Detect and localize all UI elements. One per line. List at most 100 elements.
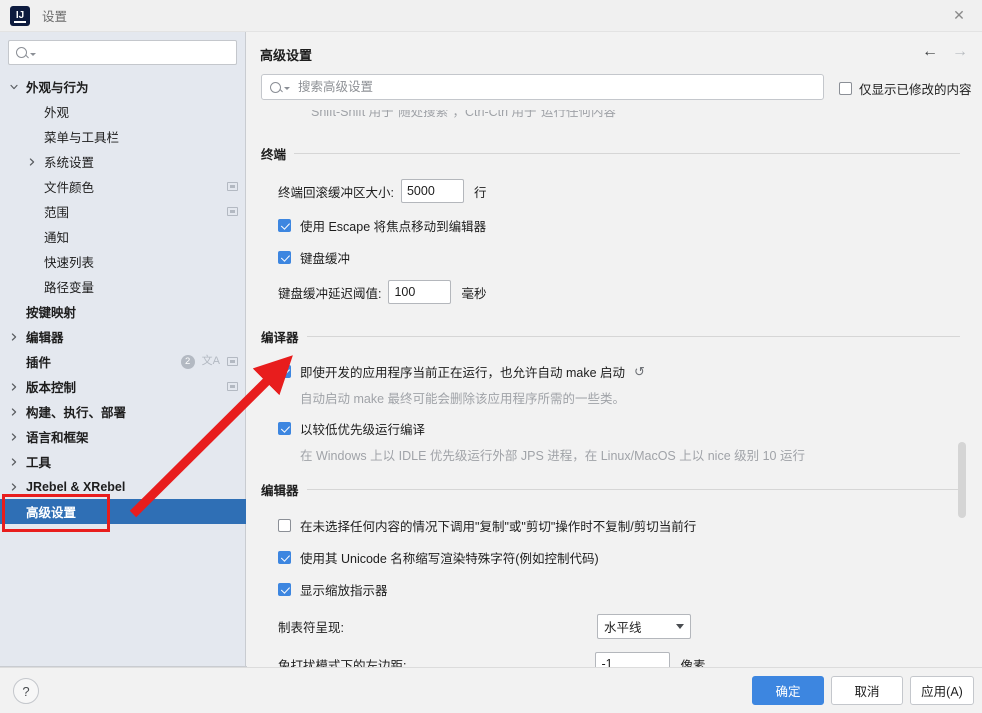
sidebar-item-1[interactable]: 外观: [0, 99, 246, 124]
project-scope-icon[interactable]: [227, 382, 238, 391]
project-scope-icon[interactable]: [227, 182, 238, 191]
chevron-down-icon[interactable]: [8, 81, 20, 93]
search-hint: Shift-Shift 用于"随处搜索"，Ctrl-Ctrl 用于"运行任何内容…: [261, 110, 961, 132]
project-scope-icon[interactable]: [227, 357, 238, 366]
chevron-right-icon[interactable]: [8, 331, 20, 343]
sidebar-item-11[interactable]: 插件 2 文A: [0, 349, 246, 374]
intellij-logo-icon: IJ: [10, 5, 30, 26]
editor-tab-render-label: 制表符呈现:: [278, 621, 344, 635]
compiler-auto-make-checkbox[interactable]: 即使开发的应用程序当前正在运行，也允许自动 make 启动 ↺: [247, 362, 968, 381]
revert-icon[interactable]: ↺: [634, 365, 645, 378]
forward-arrow-icon[interactable]: →: [952, 44, 968, 60]
chevron-down-icon[interactable]: [284, 87, 290, 90]
compiler-low-priority-checkbox[interactable]: 以较低优先级运行编译: [247, 419, 968, 438]
terminal-keyboard-buffer-label: 键盘缓冲: [300, 252, 351, 266]
checkbox-box[interactable]: [278, 519, 291, 532]
search-icon: [270, 81, 281, 93]
editor-tab-render-value: 水平线: [603, 621, 642, 635]
terminal-escape-focus-checkbox[interactable]: 使用 Escape 将焦点移动到编辑器: [247, 216, 968, 235]
chevron-right-icon[interactable]: [8, 406, 20, 418]
sidebar-item-5[interactable]: 范围: [0, 199, 246, 224]
editor-no-copy-line-checkbox[interactable]: 在未选择任何内容的情况下调用"复制"或"剪切"操作时不复制/剪切当前行: [247, 516, 968, 535]
cancel-button[interactable]: 取消: [831, 676, 903, 705]
section-header: 编译器: [247, 327, 968, 346]
sidebar-item-icons: [227, 382, 238, 391]
advanced-settings-search-box[interactable]: [261, 74, 824, 100]
sidebar-search-input[interactable]: [41, 44, 236, 61]
sidebar-item-13[interactable]: 构建、执行、部署: [0, 399, 246, 424]
content-scrollbar[interactable]: [958, 162, 966, 690]
chevron-right-icon[interactable]: [8, 381, 20, 393]
sidebar-item-label: 外观: [44, 106, 70, 120]
chevron-right-icon[interactable]: [26, 156, 38, 168]
section-title-compiler: 编译器: [261, 331, 299, 345]
checkbox-box[interactable]: [278, 551, 291, 564]
compiler-low-priority-label: 以较低优先级运行编译: [300, 423, 426, 437]
chevron-right-icon[interactable]: [8, 481, 20, 493]
section-divider: [306, 489, 960, 490]
show-modified-only-label: 仅显示已修改的内容: [859, 83, 972, 97]
sidebar-item-7[interactable]: 快速列表: [0, 249, 246, 274]
terminal-keyboard-buffer-checkbox[interactable]: 键盘缓冲: [247, 248, 968, 267]
section-divider: [294, 153, 960, 154]
sidebar-search-box[interactable]: [8, 40, 237, 65]
sidebar-item-0[interactable]: 外观与行为: [0, 74, 246, 99]
terminal-scrollback-unit: 行: [473, 185, 487, 200]
sidebar-item-icons: [227, 182, 238, 191]
help-button[interactable]: ?: [13, 678, 39, 704]
sidebar-item-12[interactable]: 版本控制: [0, 374, 246, 399]
sidebar-item-label: 构建、执行、部署: [26, 406, 127, 420]
checkbox-box[interactable]: [278, 365, 291, 378]
section-header: 终端: [247, 144, 968, 163]
settings-content-panel: 高级设置 ← → 仅显示已修改的内容 Shift-Shift 用于"随处搜索"，…: [247, 32, 982, 676]
editor-unicode-render-label: 使用其 Unicode 名称缩写渲染特殊字符(例如控制代码): [300, 552, 599, 566]
section-terminal: 终端 终端回滚缓冲区大小: 5000 行 使用 Escape 将焦点移动到编辑器…: [247, 144, 968, 304]
project-scope-icon[interactable]: [227, 207, 238, 216]
sidebar-item-3[interactable]: 系统设置: [0, 149, 246, 174]
sidebar-item-17[interactable]: 高级设置: [0, 499, 246, 524]
ok-button[interactable]: 确定: [752, 676, 824, 705]
back-arrow-icon[interactable]: ←: [922, 44, 938, 60]
checkbox-box[interactable]: [278, 251, 291, 264]
sidebar-item-label: 系统设置: [44, 156, 95, 170]
chevron-down-icon[interactable]: [30, 52, 36, 56]
sidebar-item-label: 通知: [44, 231, 70, 245]
sidebar-item-icons: 2 文A: [180, 354, 238, 369]
close-icon[interactable]: ✕: [936, 0, 982, 31]
chevron-right-icon[interactable]: [8, 431, 20, 443]
sidebar-item-label: 外观与行为: [26, 81, 89, 95]
checkbox-box[interactable]: [278, 583, 291, 596]
translate-icon[interactable]: 文A: [202, 356, 220, 367]
chevron-down-icon[interactable]: [675, 624, 684, 629]
editor-zoom-indicator-checkbox[interactable]: 显示缩放指示器: [247, 580, 968, 599]
sidebar-item-6[interactable]: 通知: [0, 224, 246, 249]
sidebar-item-8[interactable]: 路径变量: [0, 274, 246, 299]
settings-sidebar: 外观与行为外观菜单与工具栏 系统设置文件颜色 范围通知快速列表路径变量按键映射编辑器…: [0, 32, 246, 666]
terminal-scrollback-input[interactable]: 5000: [400, 179, 464, 203]
apply-button[interactable]: 应用(A): [910, 676, 974, 705]
sidebar-item-label: 编辑器: [26, 331, 64, 345]
sidebar-item-4[interactable]: 文件颜色: [0, 174, 246, 199]
editor-unicode-render-checkbox[interactable]: 使用其 Unicode 名称缩写渲染特殊字符(例如控制代码): [247, 548, 968, 567]
sidebar-item-9[interactable]: 按键映射: [0, 299, 246, 324]
compiler-auto-make-label: 即使开发的应用程序当前正在运行，也允许自动 make 启动: [300, 366, 626, 380]
show-modified-only-checkbox[interactable]: 仅显示已修改的内容: [839, 79, 972, 98]
checkbox-box[interactable]: [839, 82, 852, 95]
editor-tab-render-dropdown[interactable]: 水平线: [596, 614, 691, 639]
terminal-delay-input[interactable]: 100: [388, 280, 452, 304]
editor-zoom-indicator-label: 显示缩放指示器: [300, 584, 388, 598]
sidebar-item-label: 按键映射: [26, 306, 77, 320]
scrollbar-thumb[interactable]: [958, 442, 966, 518]
advanced-settings-search-input[interactable]: [296, 79, 823, 95]
sidebar-item-label: 菜单与工具栏: [44, 131, 120, 145]
chevron-right-icon[interactable]: [8, 456, 20, 468]
sidebar-item-2[interactable]: 菜单与工具栏: [0, 124, 246, 149]
sidebar-item-15[interactable]: 工具: [0, 449, 246, 474]
sidebar-item-16[interactable]: JRebel & XRebel: [0, 474, 246, 499]
checkbox-box[interactable]: [278, 422, 291, 435]
sidebar-item-14[interactable]: 语言和框架: [0, 424, 246, 449]
sidebar-item-label: 快速列表: [44, 256, 95, 270]
checkbox-box[interactable]: [278, 219, 291, 232]
sidebar-item-label: 语言和框架: [26, 431, 89, 445]
sidebar-item-10[interactable]: 编辑器: [0, 324, 246, 349]
